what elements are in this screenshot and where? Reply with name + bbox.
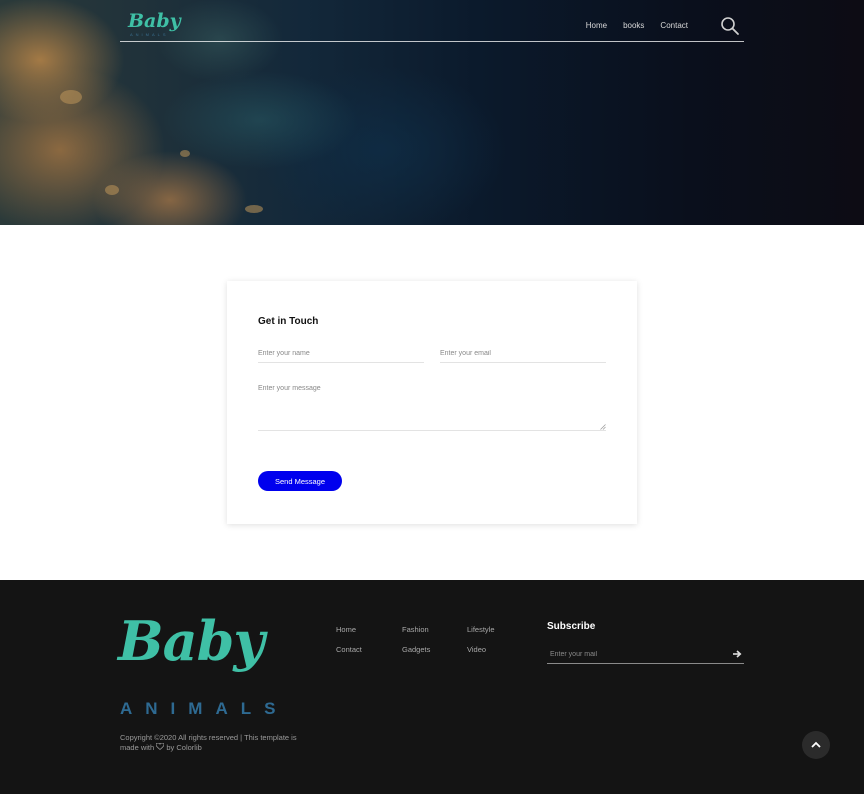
nav-links: Home books Contact bbox=[586, 21, 688, 30]
nav-link-books[interactable]: books bbox=[623, 21, 644, 30]
site-logo-subtext: ANIMALS bbox=[130, 32, 169, 37]
name-input[interactable] bbox=[258, 345, 424, 363]
copyright-text: Copyright ©2020 All rights reserved | Th… bbox=[120, 733, 310, 753]
footer-link-lifestyle[interactable]: Lifestyle bbox=[467, 625, 495, 634]
hero-texture bbox=[60, 90, 82, 104]
footer-link-home[interactable]: Home bbox=[336, 625, 356, 634]
copyright-suffix: by Colorlib bbox=[166, 743, 202, 752]
nav-link-contact[interactable]: Contact bbox=[660, 21, 688, 30]
chevron-up-icon bbox=[811, 741, 821, 748]
site-logo[interactable]: Baby bbox=[128, 10, 181, 32]
site-footer: Baby ANIMALS Copyright ©2020 All rights … bbox=[0, 580, 864, 794]
hero-texture bbox=[105, 185, 119, 195]
subscribe-email-input[interactable] bbox=[547, 646, 744, 664]
back-to-top-button[interactable] bbox=[802, 731, 830, 759]
message-textarea[interactable] bbox=[258, 383, 606, 431]
copyright-prefix: Copyright ©2020 All rights reserved | Th… bbox=[120, 733, 297, 752]
footer-link-gadgets[interactable]: Gadgets bbox=[402, 645, 430, 654]
send-message-button[interactable]: Send Message bbox=[258, 471, 342, 491]
heart-icon bbox=[155, 742, 165, 753]
footer-logo[interactable]: Baby bbox=[118, 614, 265, 668]
hero-banner: Baby ANIMALS Home books Contact bbox=[0, 0, 864, 225]
footer-link-contact[interactable]: Contact bbox=[336, 645, 362, 654]
email-input[interactable] bbox=[440, 345, 606, 363]
footer-link-fashion[interactable]: Fashion bbox=[402, 625, 429, 634]
top-navigation: Baby ANIMALS Home books Contact bbox=[120, 0, 744, 42]
nav-link-home[interactable]: Home bbox=[586, 21, 607, 30]
search-icon[interactable] bbox=[720, 16, 740, 36]
subscribe-title: Subscribe bbox=[547, 621, 596, 632]
arrow-right-icon[interactable] bbox=[732, 649, 742, 659]
hero-texture bbox=[245, 205, 263, 213]
contact-form-card: Get in Touch Send Message bbox=[227, 281, 637, 524]
resize-grip-icon[interactable] bbox=[600, 424, 606, 430]
footer-link-video[interactable]: Video bbox=[467, 645, 486, 654]
contact-title: Get in Touch bbox=[258, 316, 319, 327]
footer-logo-subtext: ANIMALS bbox=[120, 699, 289, 718]
hero-texture bbox=[180, 150, 190, 157]
